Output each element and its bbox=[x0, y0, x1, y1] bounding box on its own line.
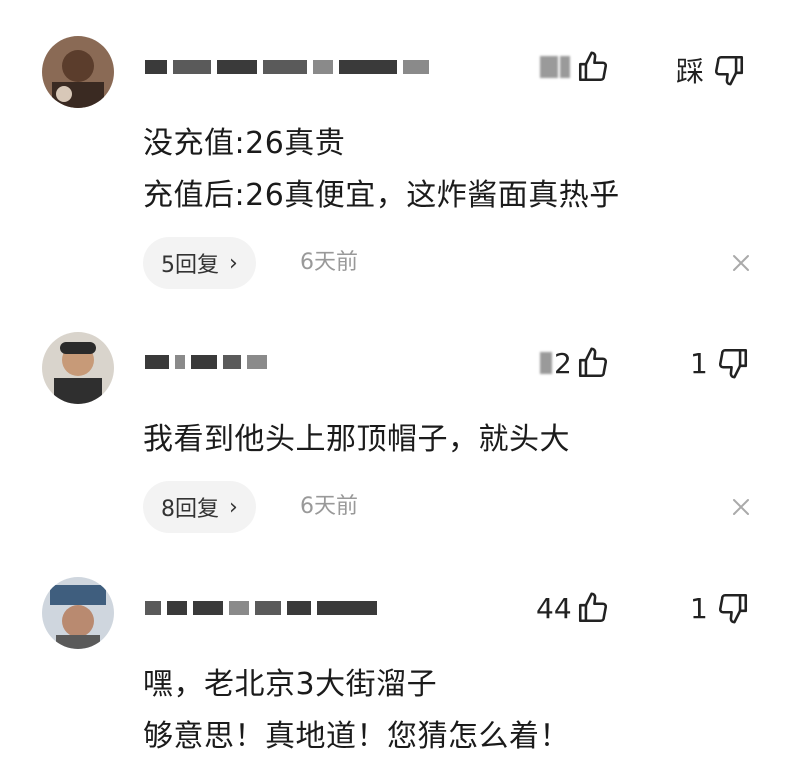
thumbs-up-icon bbox=[576, 50, 610, 84]
username[interactable] bbox=[145, 593, 383, 623]
replies-label: 5回复 bbox=[161, 253, 219, 278]
dislike-label: 踩 bbox=[676, 55, 705, 88]
timestamp: 6天前 bbox=[300, 250, 358, 275]
comment-line: 嘿，老北京3大街溜子 bbox=[143, 667, 438, 702]
avatar[interactable] bbox=[42, 332, 114, 404]
thumbs-down-icon bbox=[716, 591, 750, 625]
dislike-count: 1 bbox=[690, 346, 708, 380]
username[interactable] bbox=[145, 347, 273, 377]
avatar[interactable] bbox=[42, 577, 114, 649]
username[interactable] bbox=[145, 52, 435, 82]
close-icon[interactable] bbox=[729, 251, 753, 275]
comment-text: 嘿，老北京3大街溜子 够意思！真地道！您猜怎么着！ bbox=[143, 659, 570, 763]
replies-label: 8回复 bbox=[161, 497, 219, 522]
dislike-button[interactable]: 踩 bbox=[676, 50, 746, 90]
like-button[interactable] bbox=[540, 50, 610, 84]
comment-text: 没充值:26真贵 充值后:26真便宜，这炸酱面真热乎 bbox=[143, 118, 620, 222]
dislike-button[interactable]: 1 bbox=[690, 346, 750, 380]
like-count: 44 bbox=[536, 591, 572, 625]
comment-text: 我看到他头上那顶帽子，就头大 bbox=[143, 414, 570, 466]
comment-line: 没充值:26真贵 bbox=[143, 126, 346, 161]
thumbs-down-icon bbox=[716, 346, 750, 380]
dislike-button[interactable]: 1 bbox=[690, 591, 750, 625]
thumbs-down-icon bbox=[712, 53, 746, 87]
close-icon[interactable] bbox=[729, 495, 753, 519]
comment-line: 够意思！真地道！您猜怎么着！ bbox=[143, 719, 570, 754]
replies-button[interactable]: 8回复 › bbox=[143, 481, 256, 533]
thumbs-up-icon bbox=[576, 591, 610, 625]
replies-button[interactable]: 5回复 › bbox=[143, 237, 256, 289]
dislike-count: 1 bbox=[690, 591, 708, 625]
chevron-right-icon: › bbox=[229, 250, 238, 276]
timestamp: 6天前 bbox=[300, 494, 358, 519]
thumbs-up-icon bbox=[576, 346, 610, 380]
like-button[interactable]: 44 bbox=[536, 591, 610, 625]
comment-line: 充值后:26真便宜，这炸酱面真热乎 bbox=[143, 178, 620, 213]
chevron-right-icon: › bbox=[229, 494, 238, 520]
avatar[interactable] bbox=[42, 36, 114, 108]
comment-line: 我看到他头上那顶帽子，就头大 bbox=[143, 422, 570, 457]
like-count: 2 bbox=[554, 346, 572, 380]
like-button[interactable]: 2 bbox=[540, 346, 610, 380]
